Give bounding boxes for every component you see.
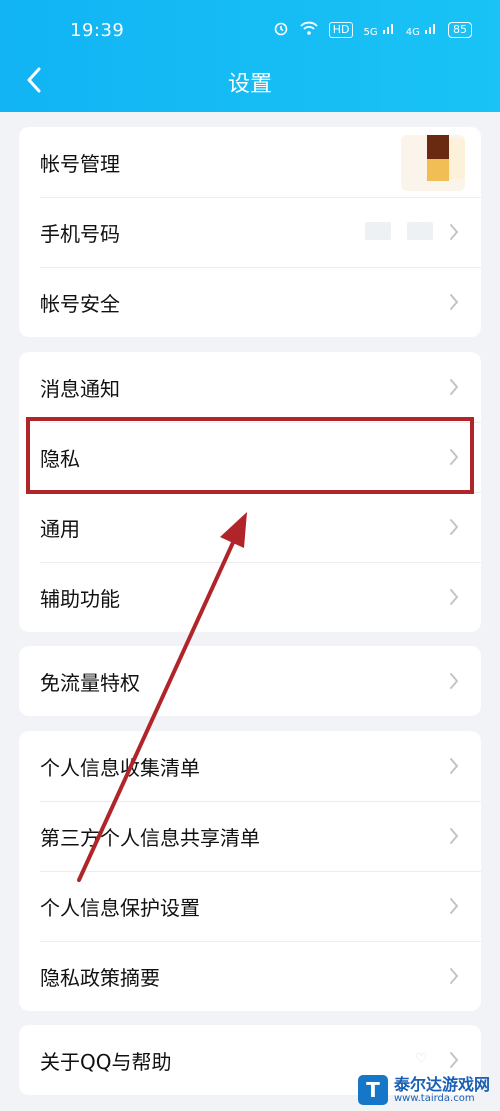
watermark-name: 泰尔达游戏网 — [393, 1074, 490, 1094]
watermark: T 泰尔达游戏网 www.tairda.com — [357, 1074, 490, 1105]
watermark-logo: T — [357, 1075, 388, 1105]
watermark-url: www.tairda.com — [393, 1093, 475, 1105]
annotation-arrow — [77, 512, 247, 882]
